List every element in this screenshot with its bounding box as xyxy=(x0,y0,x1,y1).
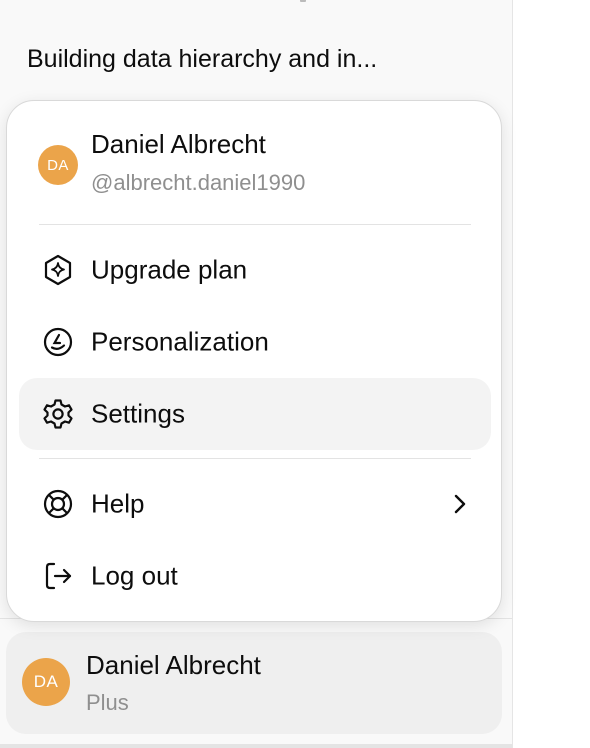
account-plan: Plus xyxy=(86,690,129,715)
logout-icon xyxy=(41,559,75,593)
partial-text-fragment xyxy=(300,0,306,2)
menu-item-settings[interactable]: Settings xyxy=(19,378,491,450)
avatar: DA xyxy=(38,145,78,185)
main-content-area xyxy=(513,0,590,748)
scroll-edge xyxy=(0,744,512,748)
history-item-partial[interactable] xyxy=(0,0,512,6)
avatar: DA xyxy=(22,658,70,706)
menu-divider xyxy=(39,224,471,225)
menu-item-label: Help xyxy=(91,488,145,519)
menu-divider xyxy=(39,458,471,459)
gear-icon xyxy=(41,397,75,431)
chevron-right-icon xyxy=(447,492,471,516)
menu-item-personalization[interactable]: Personalization xyxy=(19,306,491,378)
menu-item-label: Personalization xyxy=(91,326,269,357)
menu-item-upgrade-plan[interactable]: Upgrade plan xyxy=(19,234,491,306)
account-button[interactable]: DA Daniel Albrecht Plus xyxy=(6,632,502,734)
page: Building data hierarchy and in... DA Dan… xyxy=(0,0,590,748)
menu-item-log-out[interactable]: Log out xyxy=(19,540,491,612)
menu-user-header: DA Daniel Albrecht @albrecht.daniel1990 xyxy=(7,101,501,219)
menu-item-label: Upgrade plan xyxy=(91,254,248,285)
menu-item-label: Log out xyxy=(91,560,178,591)
history-item[interactable]: Building data hierarchy and in... xyxy=(10,32,490,86)
user-name: Daniel Albrecht xyxy=(91,129,266,159)
upgrade-sparkle-icon xyxy=(41,253,75,287)
personalization-icon xyxy=(41,325,75,359)
account-name: Daniel Albrecht xyxy=(86,650,261,680)
menu-item-help[interactable]: Help xyxy=(19,468,491,540)
account-menu: DA Daniel Albrecht @albrecht.daniel1990 … xyxy=(6,100,502,622)
user-handle: @albrecht.daniel1990 xyxy=(91,170,306,195)
menu-item-label: Settings xyxy=(91,398,185,429)
history-item-label: Building data hierarchy and in... xyxy=(27,44,378,73)
help-lifebuoy-icon xyxy=(41,487,75,521)
